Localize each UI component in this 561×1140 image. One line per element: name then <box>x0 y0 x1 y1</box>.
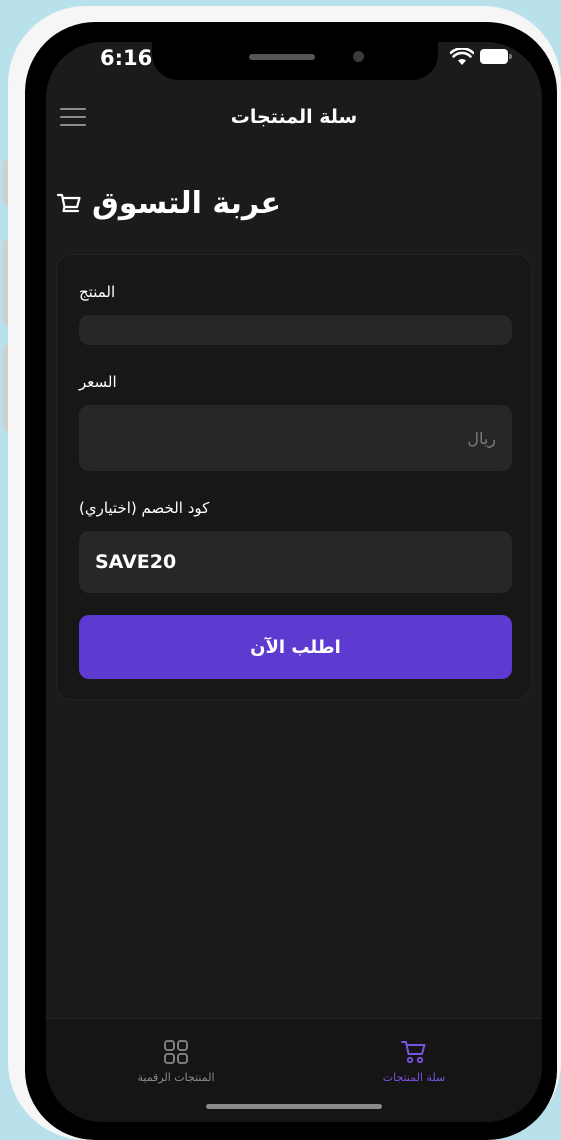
cart-icon <box>56 193 81 212</box>
battery-icon <box>480 49 512 64</box>
nav-item-digital-products[interactable]: المنتجات الرقمية <box>106 1037 246 1084</box>
header-title: سلة المنتجات <box>230 106 358 128</box>
page-title: عربة التسوق <box>92 186 282 221</box>
grid-icon <box>164 1040 188 1064</box>
discount-code-label: كود الخصم (اختياري) <box>79 499 210 517</box>
nav-label-digital-products: المنتجات الرقمية <box>137 1071 215 1084</box>
nav-label-cart: سلة المنتجات <box>382 1071 446 1084</box>
order-form-card: المنتج السعر كود الخصم (اختياري) اطلب ال… <box>56 254 532 700</box>
status-time: 6:16 <box>100 46 153 70</box>
price-input[interactable] <box>79 405 512 471</box>
notch-speaker <box>249 54 315 60</box>
wifi-icon <box>450 48 474 65</box>
cart-icon <box>401 1041 426 1064</box>
product-input[interactable] <box>79 315 512 345</box>
notch-camera <box>353 51 364 62</box>
discount-code-input[interactable] <box>79 531 512 593</box>
home-indicator <box>206 1104 382 1109</box>
price-label: السعر <box>79 373 117 391</box>
notch <box>152 42 438 80</box>
order-now-button[interactable]: اطلب الآن <box>79 615 512 679</box>
nav-item-cart[interactable]: سلة المنتجات <box>344 1037 484 1084</box>
page-heading: عربة التسوق <box>56 186 281 221</box>
product-label: المنتج <box>79 283 116 301</box>
app-screen: 6:16 سلة المنتجات عربة التسوق المنتج الس… <box>46 42 542 1122</box>
